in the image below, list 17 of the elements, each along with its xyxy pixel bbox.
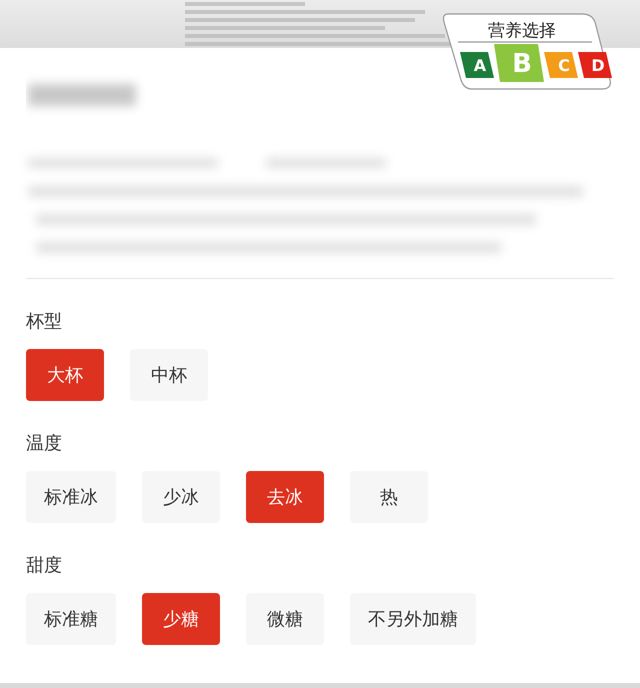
option-button[interactable]: 少糖 xyxy=(142,593,220,645)
option-group-label: 甜度 xyxy=(26,554,63,577)
grade-tile: B xyxy=(494,44,544,82)
grade-tile: C xyxy=(544,52,578,78)
option-button[interactable]: 热 xyxy=(350,471,428,523)
option-button[interactable]: 不另外加糖 xyxy=(350,593,476,645)
option-group-label: 杯型 xyxy=(26,310,63,333)
grade-tile: A xyxy=(460,52,494,78)
option-button[interactable]: 少冰 xyxy=(142,471,220,523)
option-button[interactable]: 大杯 xyxy=(26,349,104,401)
grade-tile: D xyxy=(578,52,612,78)
option-button[interactable]: 中杯 xyxy=(130,349,208,401)
option-button[interactable]: 微糖 xyxy=(246,593,324,645)
option-button[interactable]: 标准糖 xyxy=(26,593,116,645)
option-group-label: 温度 xyxy=(26,432,63,455)
option-button[interactable]: 标准冰 xyxy=(26,471,116,523)
option-button[interactable]: 去冰 xyxy=(246,471,324,523)
